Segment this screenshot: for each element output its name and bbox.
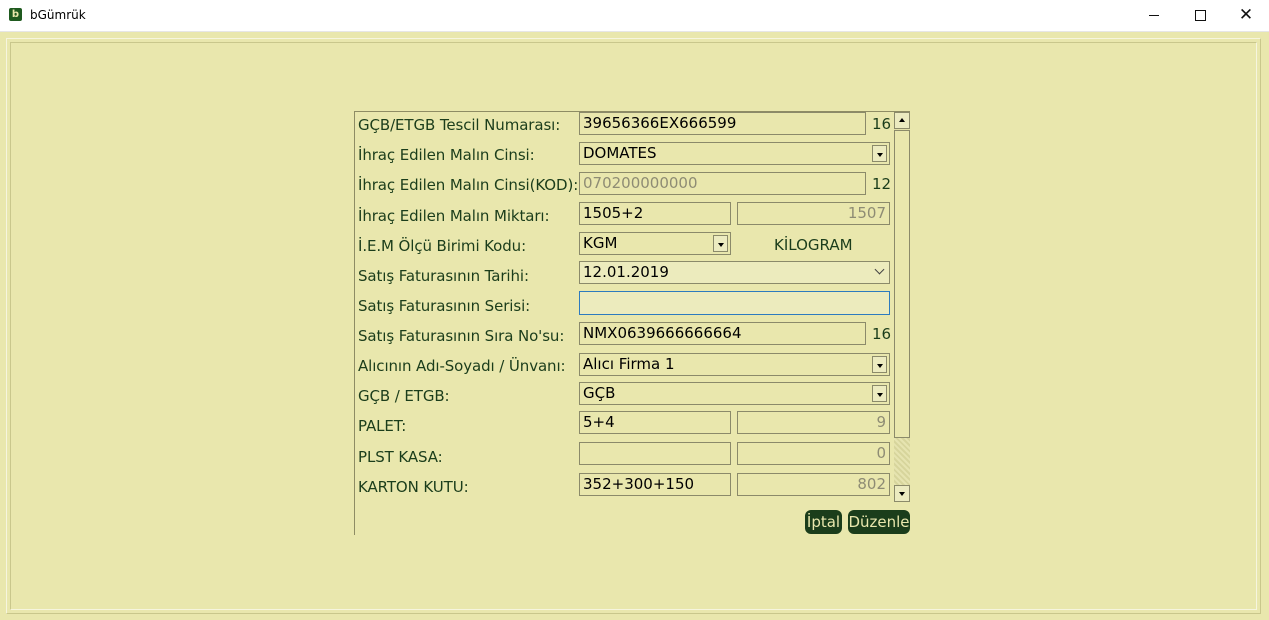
mal-cinsi-select[interactable]: DOMATES [579, 142, 890, 165]
chevron-down-icon[interactable] [872, 145, 887, 162]
mal-cinsi-value: DOMATES [583, 144, 657, 162]
palet-total: 9 [737, 411, 890, 434]
minimize-button[interactable] [1131, 0, 1177, 31]
karton-kutu-input[interactable]: 352+300+150 [579, 473, 731, 496]
label-fatura-serisi: Satış Faturasının Serisi: [358, 297, 531, 315]
window-title: bGümrük [30, 8, 86, 22]
scrollbar-thumb[interactable] [894, 130, 910, 438]
scroll-up-icon[interactable] [894, 112, 910, 129]
maximize-icon [1194, 9, 1206, 21]
karton-kutu-total: 802 [737, 473, 890, 496]
gcb-etgb-value: GÇB [583, 384, 616, 402]
close-icon: ✕ [1238, 5, 1254, 25]
cancel-button[interactable]: İptal [805, 510, 842, 534]
plst-kasa-total: 0 [737, 442, 890, 465]
tescil-no-length: 16 [872, 115, 892, 133]
label-fatura-tarihi: Satış Faturasının Tarihi: [358, 267, 529, 285]
maximize-button[interactable] [1177, 0, 1223, 31]
fatura-tarihi-value: 12.01.2019 [583, 263, 669, 281]
label-olcu-birimi: İ.E.M Ölçü Birimi Kodu: [358, 237, 527, 255]
label-alici: Alıcının Adı-Soyadı / Ünvanı: [358, 357, 566, 375]
scroll-down-icon[interactable] [894, 485, 910, 502]
mal-miktari-total: 1507 [737, 202, 890, 225]
label-karton-kutu: KARTON KUTU: [358, 478, 469, 496]
tescil-no-input[interactable]: 39656366EX666599 [579, 112, 866, 135]
plst-kasa-input[interactable] [579, 442, 731, 465]
label-plst-kasa: PLST KASA: [358, 448, 443, 466]
alici-value: Alıcı Firma 1 [583, 355, 675, 373]
mal-kod-length: 12 [872, 175, 892, 193]
alici-select[interactable]: Alıcı Firma 1 [579, 353, 890, 376]
client-area: GÇB/ETGB Tescil Numarası: 39656366EX6665… [0, 32, 1269, 620]
olcu-birimi-select[interactable]: KGM [579, 232, 731, 255]
chevron-down-icon[interactable] [872, 385, 887, 402]
close-button[interactable]: ✕ [1223, 0, 1269, 31]
fatura-sira-no-input[interactable]: NMX0639666666664 [579, 322, 866, 345]
label-mal-kod: İhraç Edilen Malın Cinsi(KOD): [358, 176, 579, 194]
chevron-down-icon[interactable] [713, 235, 728, 252]
olcu-birimi-value: KGM [583, 234, 618, 252]
olcu-birimi-name: KİLOGRAM [774, 236, 853, 254]
chevron-down-icon[interactable] [875, 266, 885, 276]
vertical-scrollbar[interactable] [894, 112, 910, 502]
mal-miktari-input[interactable]: 1505+2 [579, 202, 731, 225]
minimize-icon [1149, 14, 1159, 16]
app-icon: b [9, 8, 22, 21]
label-gcb-etgb: GÇB / ETGB: [358, 387, 450, 405]
label-mal-miktari: İhraç Edilen Malın Miktarı: [358, 207, 550, 225]
fatura-sira-no-length: 16 [872, 325, 892, 343]
label-fatura-sira-no: Satış Faturasının Sıra No'su: [358, 327, 565, 345]
mal-kod-input: 070200000000 [579, 172, 866, 195]
gcb-etgb-select[interactable]: GÇB [579, 382, 890, 405]
scrollbar-track[interactable] [894, 438, 910, 485]
edit-button[interactable]: Düzenle [848, 510, 910, 534]
palet-input[interactable]: 5+4 [579, 411, 731, 434]
title-bar[interactable]: b bGümrük ✕ [0, 0, 1269, 32]
fatura-tarihi-picker[interactable]: 12.01.2019 [579, 261, 890, 284]
label-tescil-no: GÇB/ETGB Tescil Numarası: [358, 116, 561, 134]
chevron-down-icon[interactable] [872, 356, 887, 373]
label-mal-cinsi: İhraç Edilen Malın Cinsi: [358, 146, 535, 164]
label-palet: PALET: [358, 417, 407, 435]
fatura-serisi-input[interactable] [579, 291, 890, 315]
